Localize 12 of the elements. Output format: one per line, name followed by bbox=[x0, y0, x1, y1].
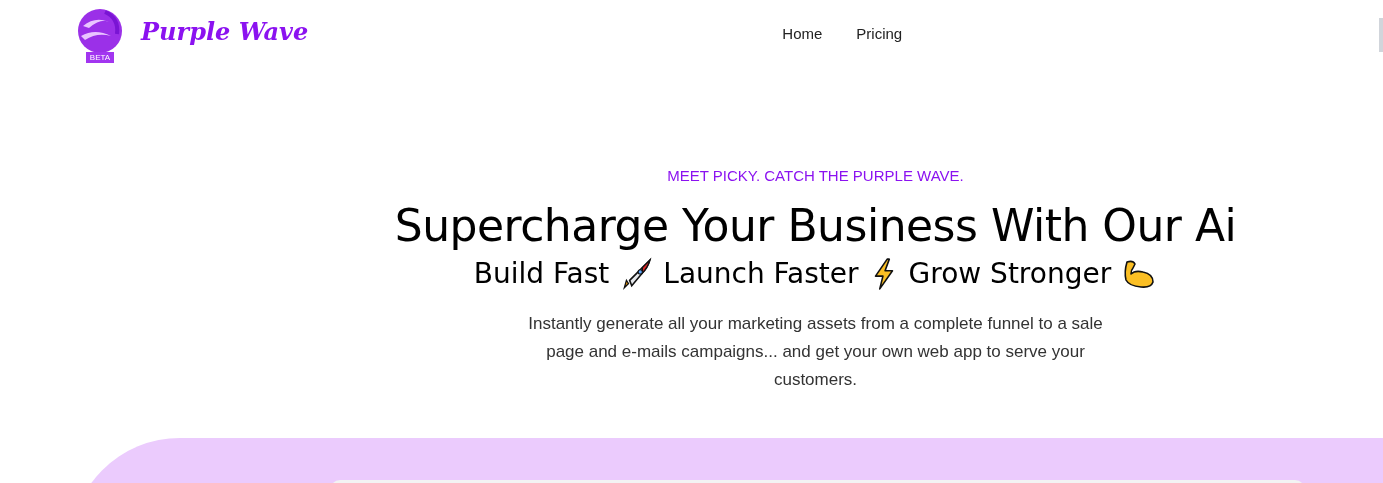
wave-logo-icon bbox=[75, 7, 125, 54]
beta-badge: BETA bbox=[85, 51, 115, 63]
nav-link[interactable]: Pricing bbox=[856, 22, 903, 46]
hero-title: Supercharge Your Business With Our Ai bbox=[394, 198, 1237, 253]
hero-description: Instantly generate all your marketing assets from a complete funnel to a sale page and e-mails campaigns... and get your own web app to serve your customers. bbox=[527, 312, 1104, 391]
nav-link[interactable]: Home bbox=[782, 22, 823, 46]
tagline-text: Launch Faster bbox=[663, 255, 859, 292]
brand-name[interactable]: Purple Wave bbox=[141, 14, 309, 50]
scrollbar[interactable] bbox=[1379, 18, 1383, 52]
tagline-text: Build Fast bbox=[473, 255, 610, 292]
eyebrow-text: MEET PICKY. CATCH THE PURPLE WAVE. bbox=[667, 166, 964, 186]
tagline-text: Grow Stronger bbox=[908, 255, 1112, 292]
